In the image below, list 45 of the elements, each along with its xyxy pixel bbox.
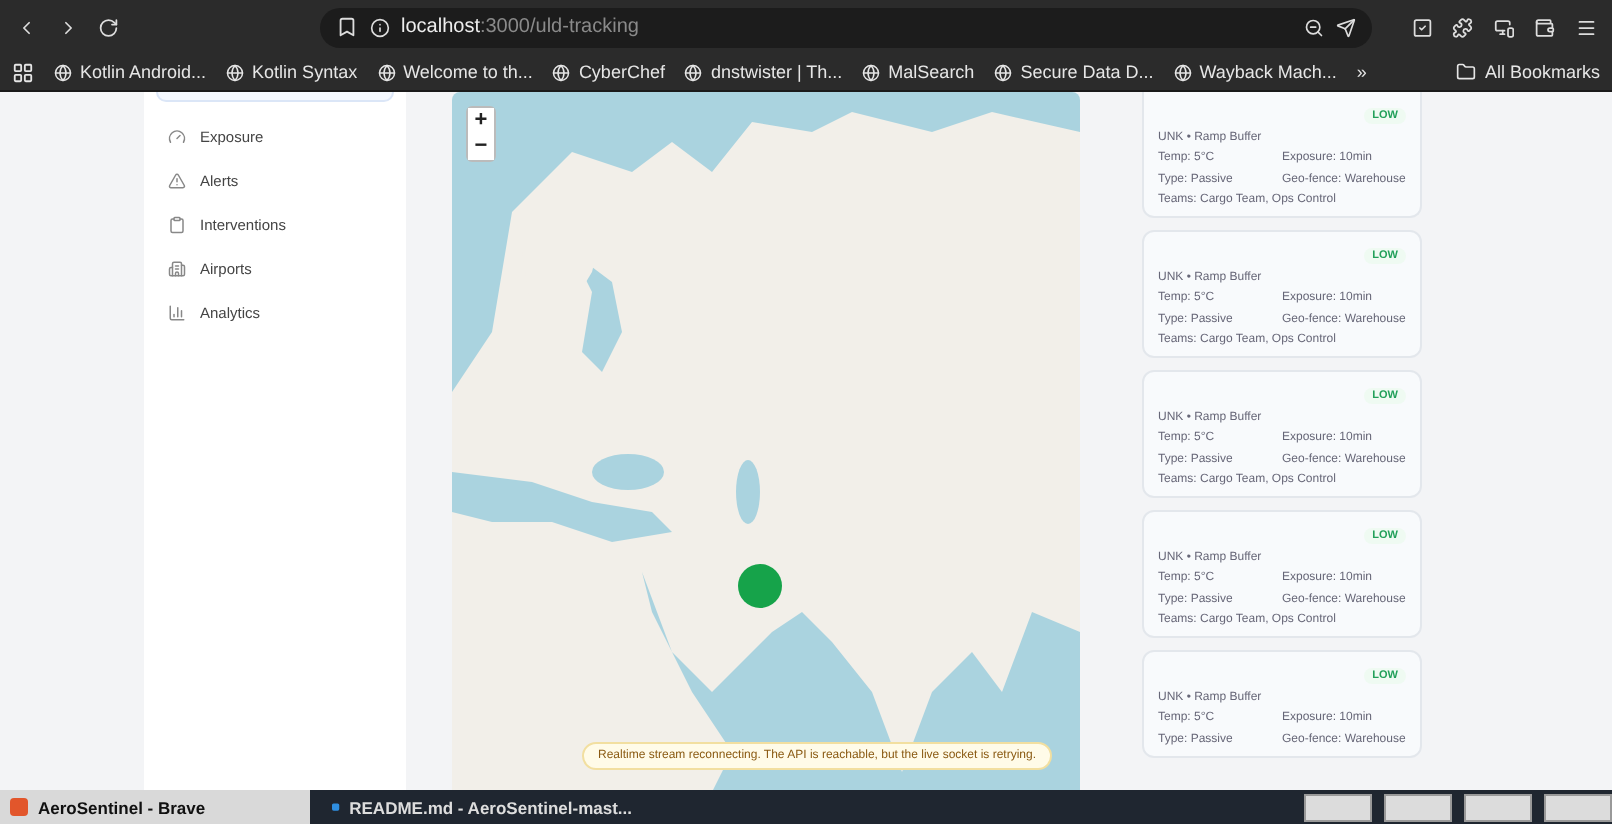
bookmark-icon[interactable]	[335, 16, 357, 38]
reload-icon[interactable]	[98, 15, 119, 39]
gauge-icon	[168, 127, 186, 145]
globe-icon	[1173, 63, 1192, 81]
bookmark-link[interactable]: Secure Data D...	[994, 62, 1154, 82]
workspace-button[interactable]	[1304, 793, 1372, 821]
all-bookmarks-link[interactable]: All Bookmarks	[1456, 62, 1600, 82]
globe-icon	[862, 63, 881, 81]
globe-icon	[552, 63, 571, 81]
bar-chart-icon	[168, 303, 186, 321]
bookmark-link[interactable]: Kotlin Syntax	[226, 62, 358, 82]
devices-icon[interactable]	[1493, 15, 1514, 39]
workspace-button[interactable]	[1544, 793, 1612, 821]
globe-icon	[226, 63, 245, 81]
bookmark-link[interactable]: Welcome to th...	[377, 62, 533, 82]
globe-icon	[684, 63, 703, 81]
extensions-icon[interactable]	[1452, 15, 1473, 39]
apps-grid-icon[interactable]	[12, 61, 34, 83]
app-icon	[332, 798, 340, 816]
wallet-icon[interactable]	[1534, 15, 1555, 39]
globe-icon	[994, 63, 1013, 81]
globe-icon	[54, 63, 72, 81]
taskbar-item[interactable]: AeroSentinel - Brave	[0, 790, 310, 824]
globe-icon	[377, 63, 396, 81]
workspace-button[interactable]	[1384, 793, 1452, 821]
send-icon[interactable]	[1335, 17, 1355, 37]
bookmark-link[interactable]: CyberChef	[552, 62, 665, 82]
bookmark-link[interactable]: dnstwister | Th...	[684, 62, 843, 82]
address-bar[interactable]: localhost:3000/uld-tracking	[319, 7, 1371, 47]
info-icon	[369, 17, 389, 37]
bookmark-link[interactable]: Wayback Mach...	[1173, 62, 1337, 82]
taskbar-item[interactable]: README.md - AeroSentinel-mast...	[322, 790, 632, 824]
workspace-button[interactable]	[1464, 793, 1532, 821]
zoom-icon[interactable]	[1303, 17, 1323, 37]
url-text: localhost:3000/uld-tracking	[401, 16, 639, 38]
clipboard-icon	[168, 215, 186, 233]
bookmark-link[interactable]: Kotlin Android...	[54, 62, 207, 82]
more-bookmarks-link[interactable]: »	[1356, 62, 1367, 82]
building-icon	[168, 259, 186, 277]
bookmark-link[interactable]: MalSearch	[862, 62, 975, 82]
checkbox-icon[interactable]	[1411, 15, 1432, 39]
warning-triangle-icon	[168, 171, 186, 189]
folder-icon	[1456, 62, 1477, 82]
app-icon	[10, 798, 28, 816]
menu-icon[interactable]	[1575, 15, 1596, 39]
